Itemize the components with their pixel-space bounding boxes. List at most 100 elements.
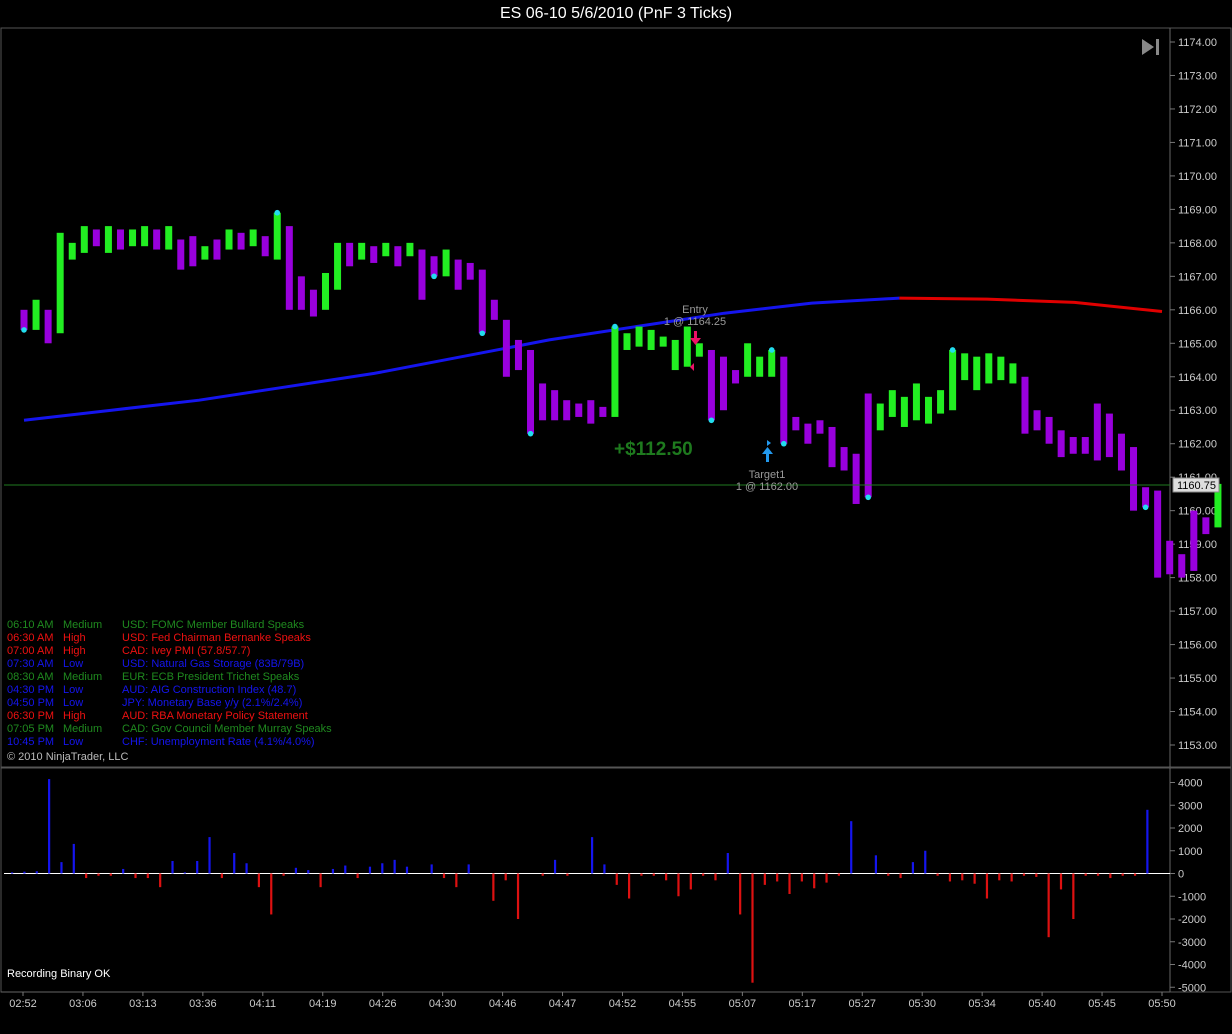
- chart-canvas[interactable]: 1174.00 1173.00 1172.00 1171.00 1170.00 1169.…: [0, 0, 1232, 1034]
- news-time: 08:30 AM: [7, 671, 54, 683]
- volume-bar: [640, 873, 643, 876]
- volume-bar: [813, 873, 816, 889]
- status-text: Recording Binary OK: [7, 968, 111, 980]
- volume-bar: [109, 873, 112, 876]
- news-time: 07:30 AM: [7, 658, 54, 670]
- volume-bar: [936, 873, 939, 876]
- volume-bar: [1010, 873, 1013, 882]
- volume-bar: [739, 873, 742, 915]
- price-bar: [1033, 410, 1041, 431]
- volume-bar: [208, 837, 211, 874]
- price-bar: [611, 326, 619, 417]
- news-text: EUR: ECB President Trichet Speaks: [122, 671, 300, 683]
- news-impact: Low: [63, 658, 84, 670]
- price-bar: [1045, 416, 1053, 444]
- volume-bar: [689, 873, 692, 890]
- price-bar: [1021, 376, 1029, 434]
- price-tick-label: 1162.00: [1178, 439, 1217, 451]
- time-tick-label: 04:46: [489, 998, 517, 1010]
- price-bar: [80, 226, 88, 253]
- news-time: 04:50 PM: [7, 697, 55, 709]
- news-time: 04:30 PM: [7, 684, 55, 696]
- volume-bar: [60, 862, 63, 874]
- price-bar: [273, 212, 281, 260]
- volume-bar: [911, 862, 915, 874]
- news-text: USD: FOMC Member Bullard Speaks: [122, 619, 305, 631]
- price-bar: [237, 232, 245, 250]
- price-bar: [695, 343, 703, 357]
- price-bar: [563, 400, 571, 421]
- volume-bar: [665, 873, 668, 881]
- volume-bar: [677, 873, 680, 897]
- price-tick-label: 1172.00: [1178, 104, 1217, 116]
- news-text: AUD: RBA Monetary Policy Statement: [122, 710, 308, 722]
- price-bar: [949, 349, 957, 411]
- price-bar: [442, 249, 450, 277]
- news-impact: High: [63, 632, 86, 644]
- price-bar: [358, 242, 366, 260]
- time-tick-label: 03:13: [129, 998, 157, 1010]
- copyright-text: © 2010 NinjaTrader, LLC: [7, 751, 129, 763]
- price-bar: [961, 353, 969, 381]
- price-bar: [285, 226, 293, 310]
- volume-bar: [973, 873, 976, 884]
- volume-bar: [183, 872, 186, 874]
- price-bar: [719, 356, 727, 411]
- price-bar: [92, 229, 100, 247]
- news-impact: Medium: [63, 671, 103, 683]
- volume-bar: [294, 867, 298, 874]
- volume-bar: [307, 870, 310, 874]
- price-bar: [20, 309, 28, 330]
- swing-dot: [780, 440, 787, 447]
- news-impact: High: [63, 710, 86, 722]
- volume-bar: [1047, 873, 1050, 938]
- volume-bar: [615, 873, 618, 885]
- price-bar: [587, 400, 595, 424]
- price-bar: [309, 289, 317, 317]
- target-marker-icon: [767, 440, 771, 446]
- volume-bar: [233, 853, 236, 874]
- price-bar: [177, 239, 185, 270]
- time-tick-label: 05:17: [789, 998, 817, 1010]
- volume-bar: [603, 864, 606, 874]
- price-bar: [864, 393, 872, 498]
- price-bar: [732, 370, 740, 384]
- news-impact: High: [63, 645, 86, 657]
- price-bar: [322, 272, 329, 310]
- volume-bar: [1146, 809, 1149, 874]
- price-bar: [671, 339, 679, 371]
- price-bar: [539, 383, 547, 421]
- time-tick-label: 04:55: [669, 998, 697, 1010]
- price-bar: [973, 356, 981, 391]
- volume-tick-label: 1000: [1178, 846, 1202, 858]
- volume-tick-label: 3000: [1178, 800, 1202, 812]
- volume-bar: [948, 873, 952, 882]
- news-row: 07:05 PM Medium CAD: Gov Council Member Mu…: [7, 723, 332, 736]
- news-time: 10:45 PM: [7, 736, 55, 748]
- news-time: 06:30 PM: [7, 710, 55, 722]
- volume-bar: [35, 871, 38, 874]
- last-price-label: 1160.75: [1177, 480, 1216, 492]
- volume-bar: [1072, 873, 1075, 919]
- volume-tick-label: 0: [1178, 869, 1184, 881]
- price-bar: [225, 229, 233, 250]
- price-bar: [1202, 517, 1210, 535]
- time-tick-label: 05:45: [1088, 998, 1116, 1010]
- price-tick-label: 1163.00: [1178, 405, 1217, 417]
- price-tick-label: 1157.00: [1178, 606, 1217, 618]
- price-bar: [370, 246, 378, 263]
- price-tick-label: 1171.00: [1178, 137, 1217, 149]
- price-bar: [249, 229, 257, 247]
- news-text: USD: Natural Gas Storage (83B/79B): [122, 658, 305, 670]
- time-tick-label: 02:52: [9, 998, 37, 1010]
- volume-bar: [726, 853, 729, 874]
- price-bar: [575, 403, 583, 417]
- volume-bar: [72, 843, 75, 874]
- news-time: 07:00 AM: [7, 645, 54, 657]
- volume-bar: [825, 873, 828, 883]
- price-tick-label: 1168.00: [1178, 238, 1217, 250]
- swing-dot: [21, 327, 27, 333]
- skip-to-end-icon[interactable]: [1138, 36, 1164, 58]
- news-row: 04:50 PM Low JPY: Monetary Base y/y (2.1%/…: [7, 697, 332, 710]
- price-tick-label: 1165.00: [1178, 338, 1217, 350]
